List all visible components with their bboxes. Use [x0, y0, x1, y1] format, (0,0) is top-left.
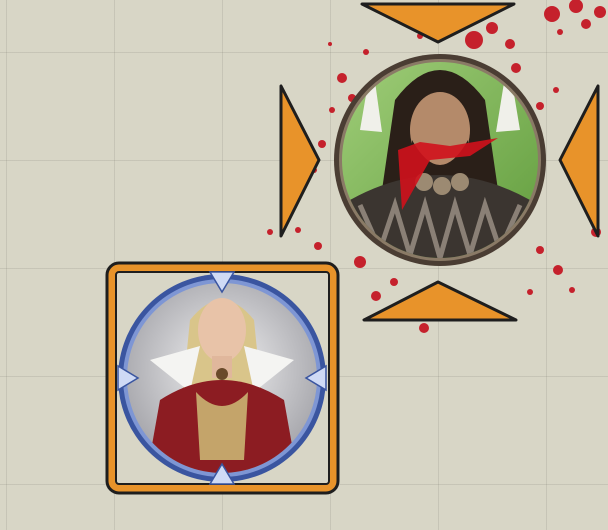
move-down-arrow[interactable] — [362, 280, 518, 322]
token-layer — [105, 0, 606, 495]
barbarian-token[interactable] — [330, 50, 550, 270]
move-left-arrow[interactable] — [279, 84, 321, 238]
move-right-arrow[interactable] — [558, 84, 600, 238]
noblewoman-token[interactable] — [105, 261, 340, 495]
